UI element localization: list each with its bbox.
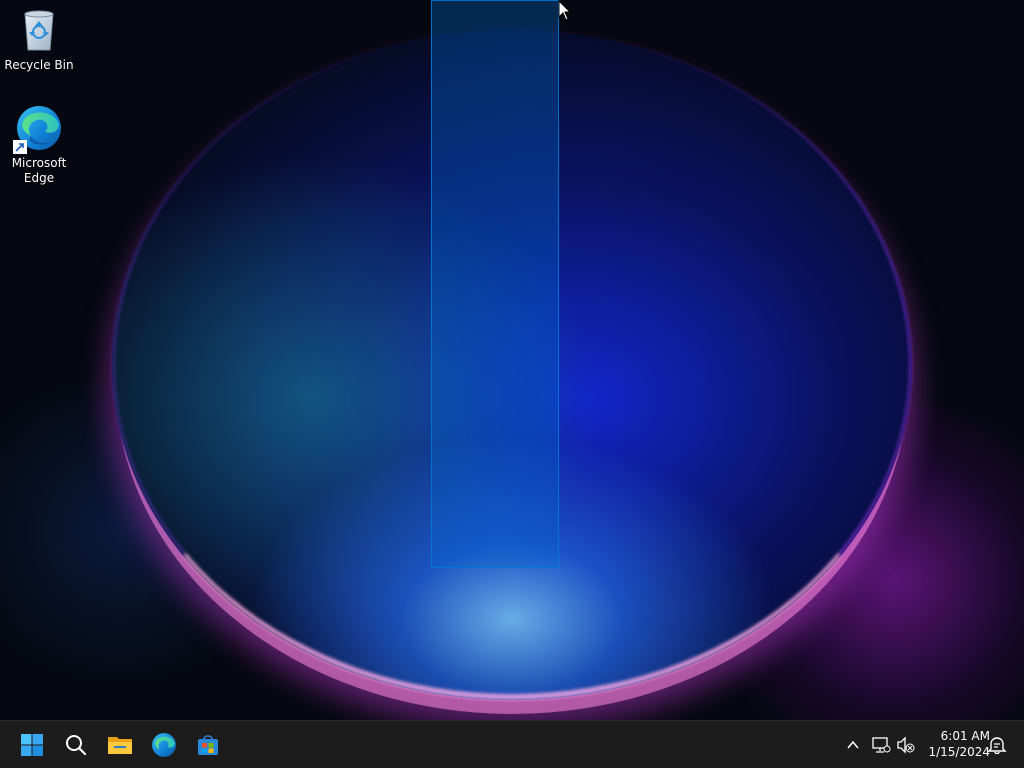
- show-hidden-icons-button[interactable]: [841, 733, 865, 757]
- chevron-up-icon: [847, 740, 859, 749]
- windows-start-icon: [21, 734, 43, 756]
- clock-date: 1/15/2024: [928, 745, 990, 759]
- clock[interactable]: 6:01 AM 1/15/2024: [920, 728, 990, 760]
- desktop-icon-label: Recycle Bin: [4, 58, 74, 72]
- desktop[interactable]: Recycle Bin Microsoft Edge: [0, 0, 1024, 720]
- edge-icon: [152, 733, 176, 757]
- start-button[interactable]: [12, 725, 52, 765]
- selection-rectangle: [431, 0, 559, 568]
- notification-button[interactable]: [985, 733, 1009, 757]
- volume-muted-icon: [897, 736, 915, 754]
- edge-icon: [13, 104, 63, 154]
- taskbar: 6:01 AM 1/15/2024: [0, 720, 1024, 768]
- desktop-icon-recycle-bin[interactable]: Recycle Bin: [1, 6, 77, 73]
- desktop-icon-label: Microsoft Edge: [11, 156, 67, 185]
- network-icon: [872, 737, 891, 753]
- notification-icon: [987, 737, 1007, 755]
- folder-icon: [108, 737, 132, 754]
- volume-button[interactable]: [894, 733, 918, 757]
- edge-taskbar-button[interactable]: [144, 725, 184, 765]
- desktop-icon-microsoft-edge[interactable]: Microsoft Edge: [1, 104, 77, 186]
- shortcut-arrow-icon: [13, 140, 27, 154]
- store-button[interactable]: [188, 725, 228, 765]
- search-icon: [66, 735, 87, 756]
- file-explorer-button[interactable]: [100, 725, 140, 765]
- store-icon: [198, 735, 218, 755]
- network-button[interactable]: [869, 733, 893, 757]
- mouse-cursor-icon: [558, 0, 572, 21]
- search-button[interactable]: [56, 725, 96, 765]
- clock-time: 6:01 AM: [940, 729, 990, 743]
- recycle-bin-icon: [15, 6, 63, 54]
